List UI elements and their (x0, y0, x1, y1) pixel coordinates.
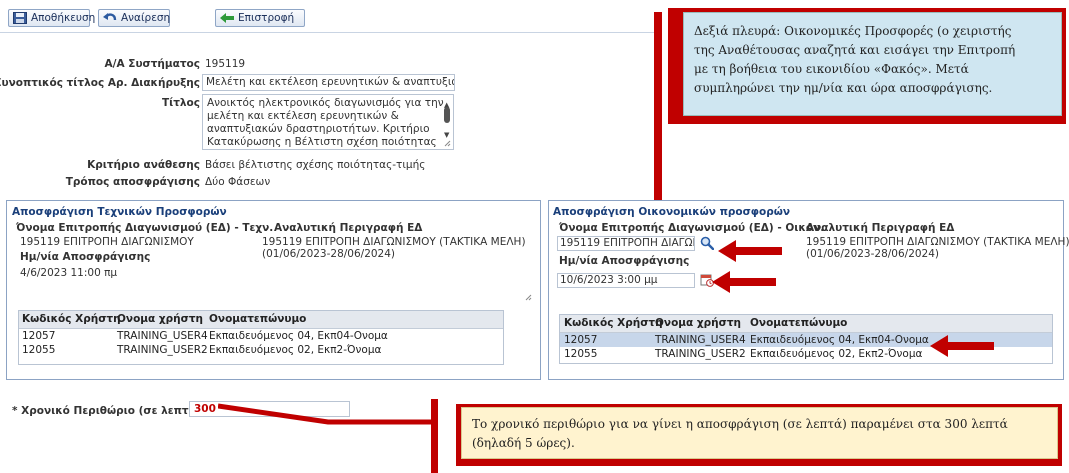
table-cell: TRAINING_USER4 (117, 330, 208, 342)
table-row[interactable]: 12057 TRAINING_USER4 Εκπαιδευόμενος 04, … (19, 329, 503, 343)
financial-panel-title: Αποσφράγιση Οικονομικών προσφορών (553, 206, 791, 218)
technical-opening-panel: Αποσφράγιση Τεχνικών Προσφορών Όνομα Επι… (6, 200, 541, 380)
financial-committee-header: Όνομα Επιτροπής Διαγωνισμού (ΕΔ) - Οικον… (559, 222, 825, 234)
title-line: Κατακύρωσης η Βέλτιστη σχέση ποιότητας (207, 136, 437, 148)
system-no-label: Α/Α Συστήματος (104, 58, 200, 70)
column-header[interactable]: Ονοματεπώνυμο (750, 317, 847, 329)
time-limit-label: * Χρονικό Περιθώριο (σε λεπτά) (12, 405, 201, 417)
undo-arrow-icon (103, 13, 117, 21)
column-header[interactable]: Ονομα χρήστη (655, 317, 741, 329)
table-cell: Εκπαιδευόμενος 04, Εκπ04-Ονομα (209, 330, 388, 342)
technical-date-label: Ημ/νία Αποσφράγισης (20, 251, 151, 263)
arrow-pointer-icon (930, 335, 994, 357)
annotation-line: Το χρονικό περιθώριο για να γίνει η αποσ… (472, 417, 1008, 431)
table-cell: Εκπαιδευόμενος 02, Εκπ2-Όνομα (209, 344, 382, 356)
short-title-label: Συνοπτικός τίτλος Αρ. Διακήρυξης (0, 77, 200, 89)
financial-date-label: Ημ/νία Αποσφράγισης (559, 255, 690, 267)
short-title-field[interactable]: Μελέτη και εκτέλεση ερευνητικών & αναπτυ… (202, 74, 455, 91)
financial-desc-dates: (01/06/2023-28/06/2024) (806, 248, 940, 260)
table-cell: 12055 (22, 344, 56, 356)
technical-date-value: 4/6/2023 11:00 πμ (20, 267, 118, 279)
annotation-line: της Αναθέτουσας αναζητά και εισάγει την … (694, 43, 1016, 57)
criterion-value: Βάσει βέλτιστης σχέσης ποιότητας-τιμής (205, 159, 426, 171)
annotation-line: Δεξιά πλευρά: Οικονομικές Προσφορές (ο χ… (694, 24, 1012, 38)
title-line: Ανοικτός ηλεκτρονικός διαγωνισμός για τη… (207, 97, 444, 109)
annotation-line: (δηλαδή 5 ώρες). (472, 436, 575, 450)
technical-committee-value: 195119 ΕΠΙΤΡΟΠΗ ΔΙΑΓΩΝΙΣΜΟΥ (20, 236, 194, 248)
back-button-label: Επιστροφή (238, 12, 295, 24)
table-cell: TRAINING_USER2 (117, 344, 208, 356)
technical-committee-header: Όνομα Επιτροπής Διαγωνισμού (ΕΔ) - Τεχν. (16, 222, 274, 234)
column-header[interactable]: Ονοματεπώνυμο (209, 313, 306, 325)
title-label: Τίτλος (161, 97, 200, 109)
table-cell: Εκπαιδευόμενος 02, Εκπ2-Όνομα (750, 348, 923, 360)
table-cell: 12057 (564, 334, 598, 346)
system-no-value: 195119 (205, 58, 246, 70)
title-line: μελέτη και εκτέλεση ερευνητικών & (207, 110, 399, 122)
resize-grip-icon[interactable] (444, 140, 451, 147)
undo-button-label: Αναίρεση (121, 12, 171, 24)
criterion-label: Κριτήριο ανάθεσης (87, 159, 200, 171)
back-arrow-icon (220, 13, 234, 23)
callout-connector-line (218, 403, 433, 425)
callout-connector-line (654, 12, 662, 200)
table-header-row: Κωδικός Χρήστη Ονομα χρήστη Ονοματεπώνυμ… (560, 315, 1052, 333)
table-cell: TRAINING_USER4 (655, 334, 746, 346)
table-header-row: Κωδικός Χρήστη Ονομα χρήστη Ονοματεπώνυμ… (19, 311, 503, 329)
table-cell: 12055 (564, 348, 598, 360)
table-row[interactable]: 12055 TRAINING_USER2 Εκπαιδευόμενος 02, … (19, 343, 503, 357)
technical-desc-value: 195119 ΕΠΙΤΡΟΠΗ ΔΙΑΓΩΝΙΣΜΟΥ (ΤΑΚΤΙΚΑ ΜΕΛ… (262, 236, 526, 248)
floppy-disk-icon (13, 12, 27, 24)
arrow-pointer-icon (718, 240, 782, 262)
textarea-scrollbar[interactable]: ▲ ▼ (444, 99, 451, 143)
title-line: αναπτυξιακών δραστηριοτήτων. Κριτήριο (207, 123, 430, 135)
financial-desc-header: Αναλυτική Περιγραφή ΕΔ (806, 222, 955, 234)
technical-members-table: Κωδικός Χρήστη Ονομα χρήστη Ονοματεπώνυμ… (18, 310, 504, 365)
opening-mode-label: Τρόπος αποσφράγισης (65, 176, 200, 188)
back-button[interactable]: Επιστροφή (215, 9, 305, 27)
title-textarea[interactable]: Ανοικτός ηλεκτρονικός διαγωνισμός για τη… (202, 94, 454, 150)
opening-mode-value: Δύο Φάσεων (205, 176, 271, 188)
annotation-line: με τη βοήθεια του εικονιδίου «Φακός». Με… (694, 62, 969, 76)
annotation-line: συμπληρώνει την ημ/νία και ώρα αποσφράγι… (694, 81, 993, 95)
financial-committee-field[interactable]: 195119 ΕΠΙΤΡΟΠΗ ΔΙΑΓΩΝΙ (557, 236, 695, 251)
technical-panel-title: Αποσφράγιση Τεχνικών Προσφορών (12, 206, 227, 218)
table-cell: TRAINING_USER2 (655, 348, 746, 360)
column-header[interactable]: Κωδικός Χρήστη (564, 317, 663, 329)
callout-bracket (431, 399, 438, 473)
time-limit-annotation: Το χρονικό περιθώριο για να γίνει η αποσ… (461, 407, 1058, 459)
technical-desc-header: Αναλυτική Περιγραφή ΕΔ (274, 222, 423, 234)
column-header[interactable]: Ονομα χρήστη (117, 313, 203, 325)
save-button-label: Αποθήκευση (31, 12, 96, 24)
table-cell: Εκπαιδευόμενος 04, Εκπ04-Ονομα (750, 334, 929, 346)
arrow-pointer-icon (712, 271, 776, 293)
save-button[interactable]: Αποθήκευση (8, 9, 95, 27)
table-cell: 12057 (22, 330, 56, 342)
magnifier-lookup-icon[interactable] (700, 236, 714, 250)
financial-desc-value: 195119 ΕΠΙΤΡΟΠΗ ΔΙΑΓΩΝΙΣΜΟΥ (ΤΑΚΤΙΚΑ ΜΕΛ… (806, 236, 1069, 248)
financial-date-field[interactable]: 10/6/2023 3:00 μμ (557, 273, 695, 288)
resize-grip-icon[interactable] (525, 294, 532, 301)
toolbar-divider (0, 32, 660, 33)
right-side-annotation: Δεξιά πλευρά: Οικονομικές Προσφορές (ο χ… (683, 12, 1062, 116)
undo-button[interactable]: Αναίρεση (98, 9, 170, 27)
column-header[interactable]: Κωδικός Χρήστη (22, 313, 121, 325)
technical-desc-dates: (01/06/2023-28/06/2024) (262, 248, 396, 260)
